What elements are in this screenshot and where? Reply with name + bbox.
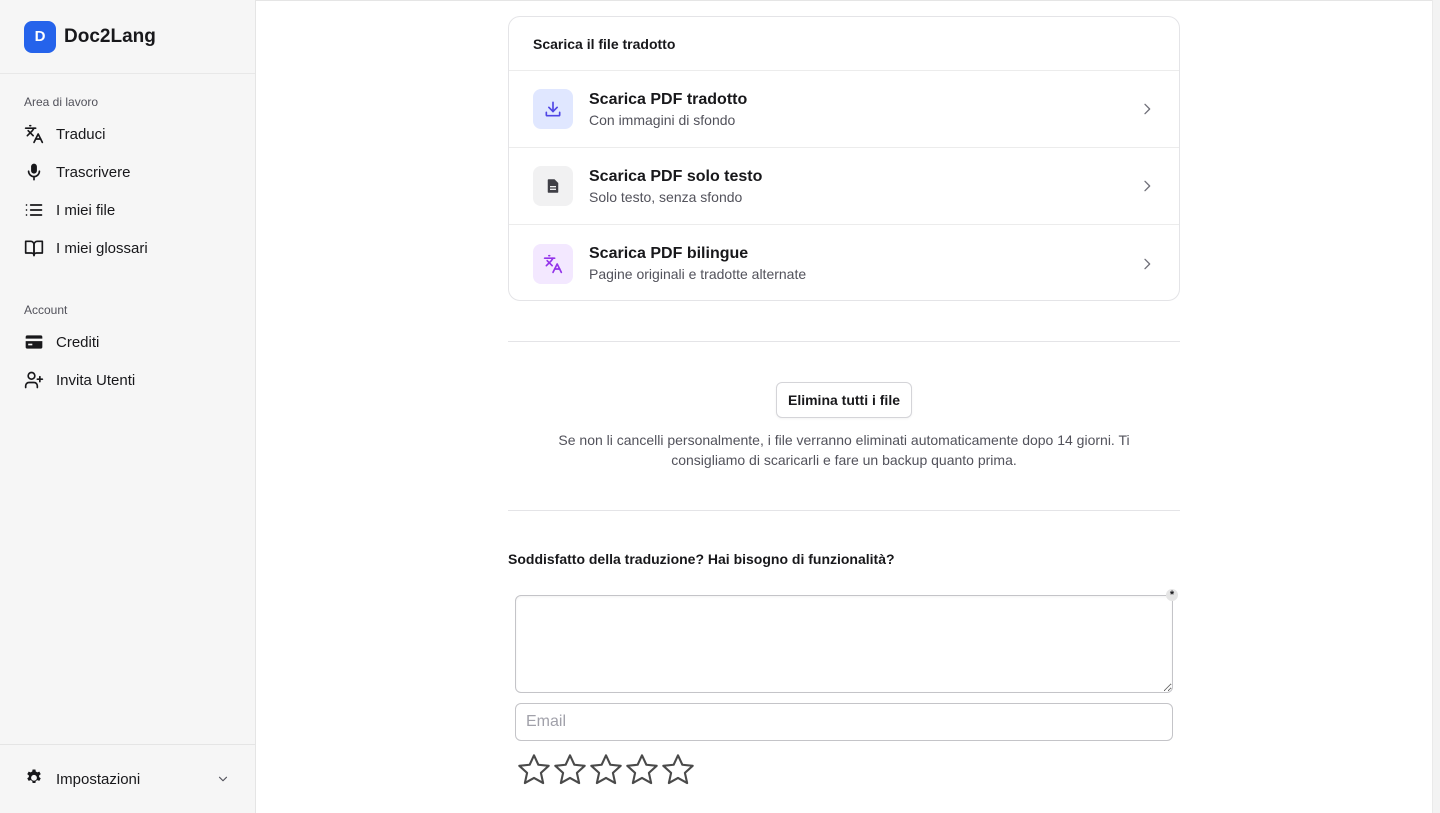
- brand[interactable]: D Doc2Lang: [0, 0, 255, 74]
- chevron-right-icon: [1139, 256, 1155, 272]
- settings-label: Impostazioni: [56, 770, 141, 788]
- sidebar-item-translate[interactable]: Traduci: [0, 115, 255, 153]
- feedback-message-input[interactable]: [515, 595, 1173, 693]
- sidebar-item-label: I miei file: [56, 201, 116, 219]
- sidebar-item-transcribe[interactable]: Trascrivere: [0, 153, 255, 191]
- gear-icon: [24, 767, 44, 792]
- download-text-only-pdf[interactable]: Scarica PDF solo testo Solo testo, senza…: [509, 148, 1179, 225]
- sidebar-item-label: Traduci: [56, 125, 106, 143]
- star-icon[interactable]: [660, 752, 696, 788]
- chevron-right-icon: [1139, 101, 1155, 117]
- sidebar-item-label: Trascrivere: [56, 163, 131, 181]
- download-option-title: Scarica PDF solo testo: [589, 167, 763, 185]
- download-card: Scarica il file tradotto Scarica PDF tra…: [508, 16, 1180, 301]
- translate-icon: [533, 243, 573, 284]
- star-icon[interactable]: [588, 752, 624, 788]
- star-icon[interactable]: [624, 752, 660, 788]
- document-icon: [533, 166, 573, 206]
- sidebar-item-label: Invita Utenti: [56, 371, 136, 389]
- sidebar-item-credits[interactable]: Crediti: [0, 323, 255, 361]
- download-bilingual-pdf[interactable]: Scarica PDF bilingue Pagine originali e …: [509, 225, 1179, 300]
- sidebar-item-invite-users[interactable]: Invita Utenti: [0, 361, 255, 399]
- sidebar-item-my-glossaries[interactable]: I miei glossari: [0, 229, 255, 267]
- divider: [508, 510, 1180, 511]
- sidebar: D Doc2Lang Area di lavoro Traduci Trascr…: [0, 0, 256, 813]
- download-option-subtitle: Pagine originali e tradotte alternate: [589, 266, 807, 282]
- delete-all-files-button[interactable]: Elimina tutti i file: [776, 382, 912, 418]
- star-icon[interactable]: [516, 752, 552, 788]
- download-option-title: Scarica PDF tradotto: [589, 90, 748, 108]
- download-option-subtitle: Solo testo, senza sfondo: [589, 188, 743, 205]
- settings-menu[interactable]: Impostazioni: [0, 744, 255, 813]
- divider: [508, 341, 1180, 342]
- chevron-down-icon: [215, 771, 231, 787]
- chevron-right-icon: [1139, 178, 1155, 194]
- star-icon[interactable]: [552, 752, 588, 788]
- brand-logo: D: [24, 20, 56, 53]
- auto-delete-notice: Se non li cancelli personalmente, i file…: [558, 432, 1130, 468]
- user-plus-icon: [24, 370, 44, 390]
- email-field[interactable]: [515, 703, 1173, 741]
- sidebar-item-my-files[interactable]: I miei file: [0, 191, 255, 229]
- sidebar-item-label: I miei glossari: [56, 239, 148, 257]
- brand-name: Doc2Lang: [64, 25, 156, 47]
- section-title-workspace: Area di lavoro: [24, 95, 99, 109]
- download-card-title: Scarica il file tradotto: [509, 17, 1179, 71]
- top-border: [256, 0, 1440, 1]
- download-option-subtitle: Con immagini di sfondo: [589, 111, 736, 128]
- list-icon: [24, 200, 44, 220]
- sidebar-item-label: Crediti: [56, 333, 100, 351]
- translate-icon: [24, 124, 44, 144]
- feedback-title: Soddisfatto della traduzione? Hai bisogn…: [508, 551, 895, 567]
- page-scrollbar[interactable]: [1432, 0, 1440, 813]
- download-option-title: Scarica PDF bilingue: [589, 245, 749, 262]
- required-indicator: *: [1166, 589, 1178, 601]
- download-icon: [533, 89, 573, 129]
- star-rating[interactable]: [516, 752, 696, 788]
- book-icon: [24, 238, 44, 258]
- section-title-account: Account: [24, 303, 68, 317]
- download-translated-pdf[interactable]: Scarica PDF tradotto Con immagini di sfo…: [509, 71, 1179, 148]
- microphone-icon: [24, 162, 44, 182]
- credit-card-icon: [24, 332, 44, 352]
